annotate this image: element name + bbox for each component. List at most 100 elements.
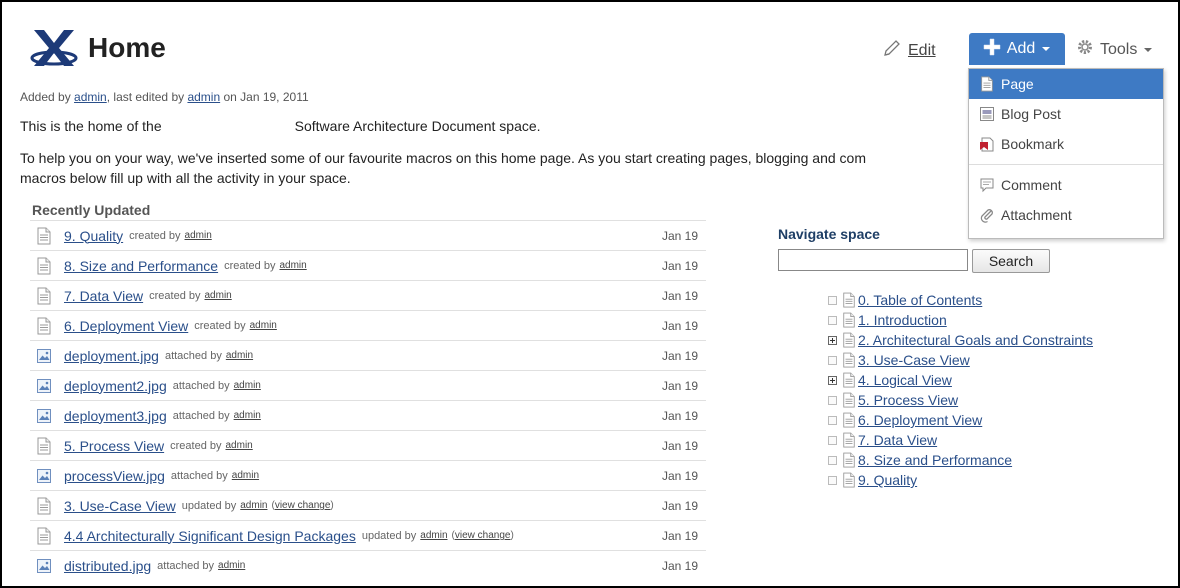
- add-menu-item-attachment[interactable]: Attachment: [969, 200, 1163, 230]
- page-icon: [36, 227, 52, 245]
- add-menu-item-bookmark[interactable]: Bookmark: [969, 129, 1163, 159]
- tree-node-link[interactable]: 9. Quality: [858, 472, 917, 488]
- paperclip-icon: [979, 207, 995, 223]
- recent-item-action: updated by: [361, 529, 417, 542]
- menu-item-label: Attachment: [1001, 207, 1072, 223]
- tools-button[interactable]: Tools: [1076, 38, 1153, 61]
- add-button[interactable]: Add: [969, 33, 1065, 65]
- page-icon: [842, 352, 856, 368]
- tree-node-link[interactable]: 8. Size and Performance: [858, 452, 1012, 468]
- expand-icon[interactable]: [828, 335, 837, 345]
- page-icon: [36, 287, 52, 305]
- page-icon: [36, 527, 52, 545]
- recent-item-user-link[interactable]: admin: [218, 560, 245, 571]
- comment-icon: [979, 177, 995, 193]
- recent-item: processView.jpg attached by admin Jan 19: [30, 460, 706, 490]
- tree-node-link[interactable]: 2. Architectural Goals and Constraints: [858, 332, 1093, 348]
- added-by-user-link[interactable]: admin: [74, 90, 107, 104]
- recent-item-date: Jan 19: [661, 378, 698, 393]
- edited-by-user-link[interactable]: admin: [187, 90, 220, 104]
- add-menu-item-blog-post[interactable]: Blog Post: [969, 99, 1163, 129]
- tree-node: 2. Architectural Goals and Constraints: [828, 330, 1093, 350]
- recent-item-title[interactable]: 6. Deployment View: [64, 318, 188, 334]
- expand-icon[interactable]: [828, 375, 837, 385]
- recent-item-user-link[interactable]: admin: [234, 410, 261, 421]
- recent-item-user-link[interactable]: admin: [226, 350, 253, 361]
- recent-item-title[interactable]: 7. Data View: [64, 288, 143, 304]
- add-menu-item-page[interactable]: Page: [969, 69, 1163, 99]
- image-icon: [36, 467, 52, 485]
- recent-item-user-link[interactable]: admin: [185, 230, 212, 241]
- search-button[interactable]: Search: [972, 249, 1050, 273]
- page-icon: [842, 452, 856, 468]
- tree-node-link[interactable]: 0. Table of Contents: [858, 292, 982, 308]
- tree-node: 1. Introduction: [828, 310, 1093, 330]
- page-icon: [842, 472, 856, 488]
- leaf-icon: [828, 395, 837, 405]
- recent-item-title[interactable]: 3. Use-Case View: [64, 498, 176, 514]
- page-icon: [842, 412, 856, 428]
- view-change-link[interactable]: view change: [275, 500, 331, 511]
- page-icon: [842, 312, 856, 328]
- recent-item-action: attached by: [170, 469, 228, 482]
- recent-item-title[interactable]: deployment3.jpg: [64, 408, 167, 424]
- recent-item-title[interactable]: processView.jpg: [64, 468, 165, 484]
- tree-node: 7. Data View: [828, 430, 1093, 450]
- recent-item: distributed.jpg attached by admin Jan 19: [30, 550, 706, 580]
- navigate-space-heading: Navigate space: [778, 226, 880, 242]
- leaf-icon: [828, 295, 837, 305]
- recent-item: deployment3.jpg attached by admin Jan 19: [30, 400, 706, 430]
- tree-node-link[interactable]: 4. Logical View: [858, 372, 952, 388]
- recent-item-user-link[interactable]: admin: [232, 470, 259, 481]
- page-icon: [36, 497, 52, 515]
- recent-item-date: Jan 19: [661, 558, 698, 573]
- tree-node-link[interactable]: 3. Use-Case View: [858, 352, 970, 368]
- recent-item-title[interactable]: 9. Quality: [64, 228, 123, 244]
- recent-item-user-link[interactable]: admin: [205, 290, 232, 301]
- tree-node-link[interactable]: 6. Deployment View: [858, 412, 982, 428]
- recent-item-user-link[interactable]: admin: [234, 380, 261, 391]
- recent-item-date: Jan 19: [661, 318, 698, 333]
- recent-item-title[interactable]: deployment.jpg: [64, 348, 159, 364]
- recent-item-action: created by: [194, 319, 246, 332]
- add-menu-item-comment[interactable]: Comment: [969, 170, 1163, 200]
- recent-item: 9. Quality created by admin Jan 19: [30, 220, 706, 250]
- view-change-link[interactable]: view change: [455, 530, 511, 541]
- tree-node: 4. Logical View: [828, 370, 1093, 390]
- image-icon: [36, 407, 52, 425]
- intro-text: This is the home of the Software Architec…: [20, 118, 541, 134]
- chevron-down-icon: [1143, 41, 1153, 59]
- page-icon: [842, 392, 856, 408]
- image-icon: [36, 377, 52, 395]
- recent-item-title[interactable]: 4.4 Architecturally Significant Design P…: [64, 528, 356, 544]
- recent-item-title[interactable]: distributed.jpg: [64, 558, 151, 574]
- page-icon: [979, 76, 995, 92]
- recent-item-change: (view change): [451, 530, 514, 541]
- recent-item-user-link[interactable]: admin: [279, 260, 306, 271]
- recent-item-user-link[interactable]: admin: [240, 500, 267, 511]
- recent-item-title[interactable]: deployment2.jpg: [64, 378, 167, 394]
- tree-node-link[interactable]: 7. Data View: [858, 432, 937, 448]
- tree-node-link[interactable]: 1. Introduction: [858, 312, 947, 328]
- recent-item-title[interactable]: 5. Process View: [64, 438, 164, 454]
- navigate-search-input[interactable]: [779, 250, 967, 270]
- intro-paragraph: To help you on your way, we've inserted …: [20, 150, 866, 186]
- tree-node-link[interactable]: 5. Process View: [858, 392, 958, 408]
- recent-item-date: Jan 19: [661, 408, 698, 423]
- menu-item-label: Page: [1001, 76, 1034, 92]
- recent-item-user-link[interactable]: admin: [420, 530, 447, 541]
- edit-button[interactable]: Edit: [882, 38, 936, 63]
- recent-item-action: created by: [129, 229, 181, 242]
- recent-item-action: attached by: [172, 379, 230, 392]
- recent-item-action: updated by: [181, 499, 237, 512]
- recent-item-action: attached by: [157, 559, 215, 572]
- recent-item: 7. Data View created by admin Jan 19: [30, 280, 706, 310]
- confluence-logo-icon[interactable]: [30, 28, 78, 68]
- page-icon: [842, 372, 856, 388]
- recent-item-user-link[interactable]: admin: [226, 440, 253, 451]
- recent-item-user-link[interactable]: admin: [250, 320, 277, 331]
- recent-item-title[interactable]: 8. Size and Performance: [64, 258, 218, 274]
- edit-label: Edit: [908, 41, 936, 59]
- tree-node: 6. Deployment View: [828, 410, 1093, 430]
- menu-item-label: Bookmark: [1001, 136, 1065, 152]
